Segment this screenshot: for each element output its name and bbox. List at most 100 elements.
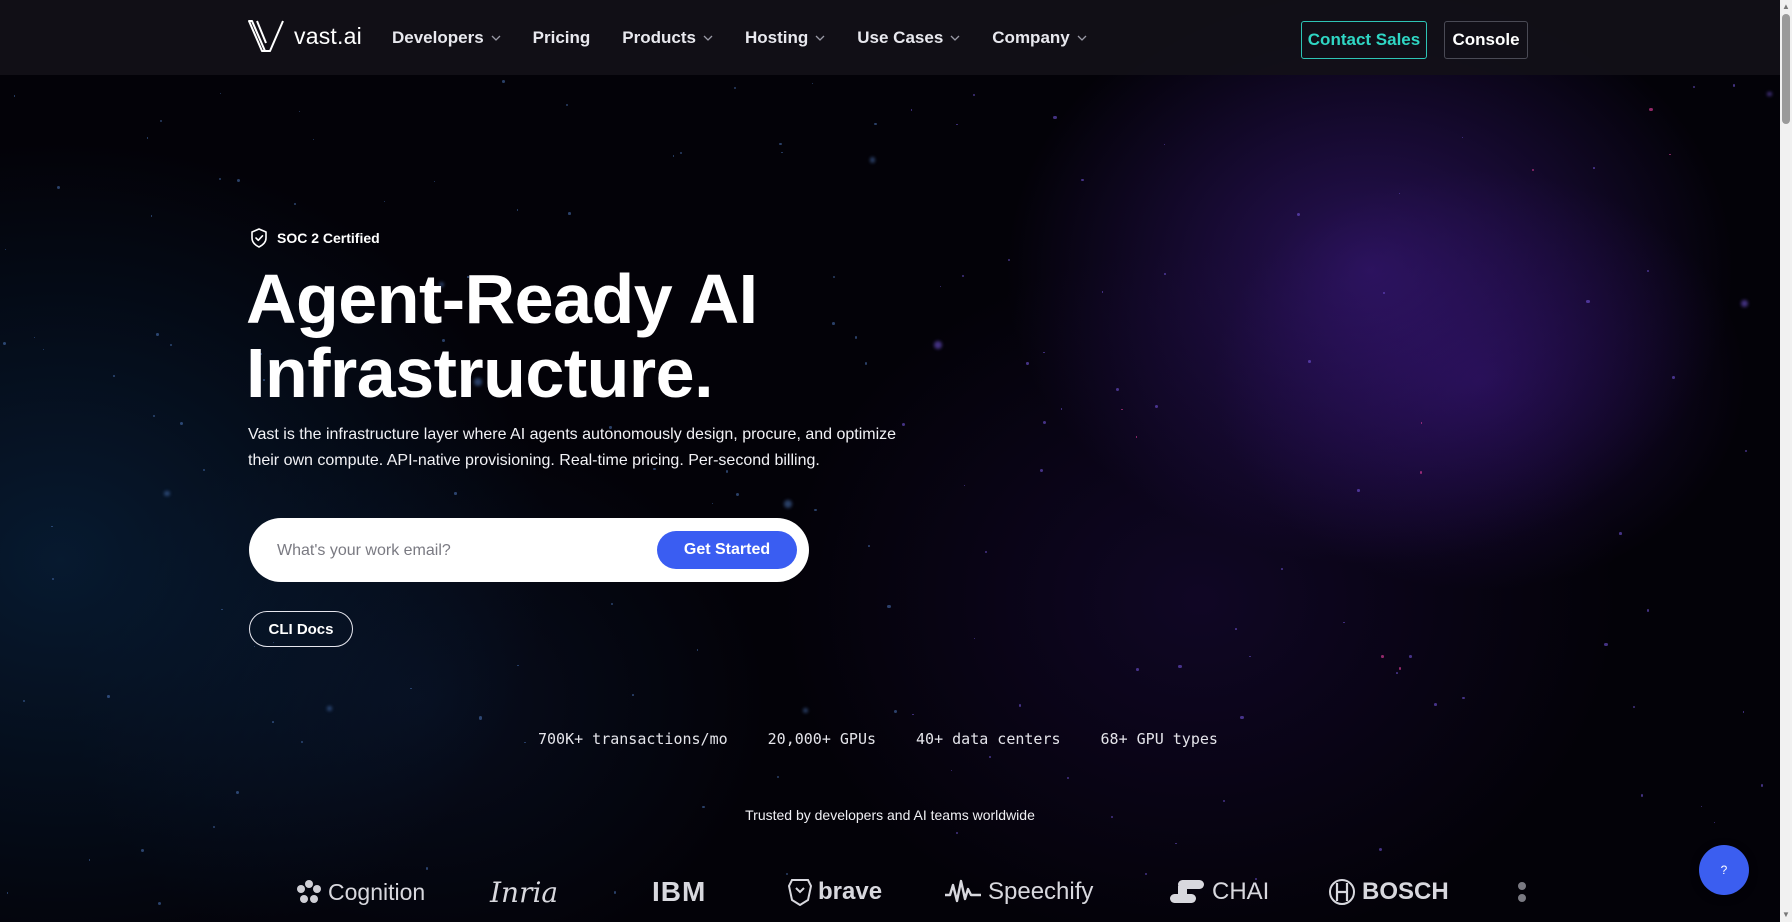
star-dot bbox=[146, 136, 149, 139]
star-dot bbox=[1007, 258, 1011, 262]
star-dot bbox=[1018, 704, 1022, 707]
star-dot bbox=[52, 578, 55, 581]
star-dot bbox=[56, 185, 60, 189]
star-dot bbox=[502, 80, 506, 83]
stat-data-centers: 40+ data centers bbox=[916, 730, 1061, 748]
nav-item-pricing[interactable]: Pricing bbox=[533, 28, 591, 48]
star-dot bbox=[1532, 168, 1535, 171]
star-dot bbox=[910, 109, 912, 111]
star-dot bbox=[1343, 621, 1345, 624]
star-dot bbox=[1646, 608, 1650, 612]
star-dot bbox=[568, 212, 571, 215]
star-dot bbox=[940, 285, 942, 287]
star-dot bbox=[680, 152, 683, 155]
star-dot bbox=[107, 695, 110, 698]
nav-item-label: Hosting bbox=[744, 27, 809, 47]
star-dot bbox=[1222, 799, 1225, 802]
chai-mark-icon bbox=[1170, 880, 1204, 903]
scroll-down-arrow-icon[interactable]: ▼ bbox=[1782, 910, 1790, 920]
cognition-mark-icon bbox=[297, 880, 321, 903]
star-dot bbox=[271, 721, 274, 724]
cli-docs-button[interactable]: CLI Docs bbox=[249, 611, 353, 647]
work-email-input[interactable] bbox=[275, 536, 639, 566]
brand-logo[interactable]: vast.ai bbox=[248, 20, 362, 52]
contact-sales-button[interactable]: Contact Sales bbox=[1301, 21, 1427, 59]
logo-label: CHAI bbox=[1212, 878, 1270, 905]
nav-item-label: Products bbox=[622, 27, 696, 47]
star-dot bbox=[1604, 642, 1608, 647]
star-dot bbox=[696, 649, 699, 651]
chevron-down-icon bbox=[815, 35, 825, 41]
star-dot bbox=[1399, 193, 1401, 195]
star-dot bbox=[13, 95, 16, 97]
stats-row: 700K+ transactions/mo 20,000+ GPUs 40+ d… bbox=[538, 730, 1218, 748]
logo-label: brave bbox=[818, 878, 883, 905]
star-dot bbox=[169, 343, 173, 347]
star-dot bbox=[22, 699, 26, 703]
help-label: ? bbox=[1720, 863, 1728, 877]
scroll-up-arrow-icon[interactable]: ▲ bbox=[1782, 2, 1790, 12]
star-dot bbox=[802, 708, 808, 714]
customer-logos-strip: Cognition Inria IBM brave Speechify CHAI… bbox=[290, 872, 1530, 912]
hero-title-line-1: Agent-Ready AI bbox=[246, 260, 758, 338]
star-dot bbox=[5, 249, 7, 251]
star-dot bbox=[478, 716, 482, 720]
star-dot bbox=[1732, 84, 1736, 87]
nav-item-company[interactable]: Company bbox=[992, 27, 1087, 48]
vast-v-logo-icon bbox=[248, 20, 284, 52]
chevron-down-icon bbox=[491, 35, 501, 41]
star-dot bbox=[383, 200, 385, 203]
nav-item-use-cases[interactable]: Use Cases bbox=[857, 28, 960, 48]
trusted-by-label: Trusted by developers and AI teams world… bbox=[745, 807, 1035, 823]
console-button[interactable]: Console bbox=[1444, 21, 1528, 59]
page-scrollbar[interactable]: ▲ ▼ bbox=[1780, 0, 1792, 922]
scrollbar-thumb[interactable] bbox=[1782, 14, 1790, 124]
star-dot bbox=[523, 741, 526, 744]
nav-item-products[interactable]: Products bbox=[622, 28, 713, 48]
star-dot bbox=[158, 902, 162, 906]
star-dot bbox=[3, 342, 7, 346]
help-chat-button[interactable]: ? bbox=[1699, 845, 1749, 895]
nav-item-label: Company bbox=[992, 27, 1070, 47]
star-dot bbox=[300, 740, 304, 744]
nav-item-hosting[interactable]: Hosting bbox=[745, 28, 825, 48]
get-started-button[interactable]: Get Started bbox=[657, 531, 797, 569]
star-dot bbox=[1649, 107, 1653, 112]
star-dot bbox=[1357, 489, 1360, 492]
star-dot bbox=[893, 709, 897, 713]
star-dot bbox=[34, 337, 36, 339]
star-dot bbox=[1135, 436, 1138, 438]
logo-ibm: IBM bbox=[652, 872, 706, 912]
star-dot bbox=[974, 637, 976, 640]
stat-gpus: 20,000+ GPUs bbox=[767, 730, 877, 748]
star-dot bbox=[672, 155, 675, 157]
badge-label: SOC 2 Certified bbox=[277, 230, 380, 246]
star-dot bbox=[1234, 628, 1237, 630]
star-dot bbox=[1647, 269, 1650, 272]
star-dot bbox=[51, 525, 54, 528]
star-dot bbox=[326, 706, 332, 711]
star-dot bbox=[566, 104, 569, 107]
stat-transactions: 700K+ transactions/mo bbox=[538, 730, 728, 748]
star-dot bbox=[1760, 784, 1764, 787]
nav-item-developers[interactable]: Developers bbox=[392, 28, 501, 48]
star-dot bbox=[864, 362, 868, 365]
star-dot bbox=[434, 181, 436, 183]
star-dot bbox=[1382, 292, 1385, 295]
star-dot bbox=[1395, 671, 1398, 674]
star-dot bbox=[1692, 85, 1696, 89]
star-dot bbox=[814, 508, 818, 512]
nav-item-label: Use Cases bbox=[857, 27, 944, 47]
hero-title-line-2: Infrastructure. bbox=[246, 334, 714, 412]
star-dot bbox=[202, 469, 205, 472]
star-dot bbox=[454, 492, 457, 495]
star-dot bbox=[516, 209, 519, 212]
shield-check-icon bbox=[251, 228, 267, 248]
star-dot bbox=[934, 341, 942, 350]
star-dot bbox=[163, 490, 170, 497]
star-dot bbox=[237, 179, 241, 183]
bosch-armature-icon bbox=[1329, 879, 1355, 905]
hero-title: Agent-Ready AI Infrastructure. bbox=[246, 262, 758, 410]
stat-gpu-types: 68+ GPU types bbox=[1100, 730, 1218, 748]
nav-menu: Developers Pricing Products Hosting Use … bbox=[392, 0, 1119, 75]
